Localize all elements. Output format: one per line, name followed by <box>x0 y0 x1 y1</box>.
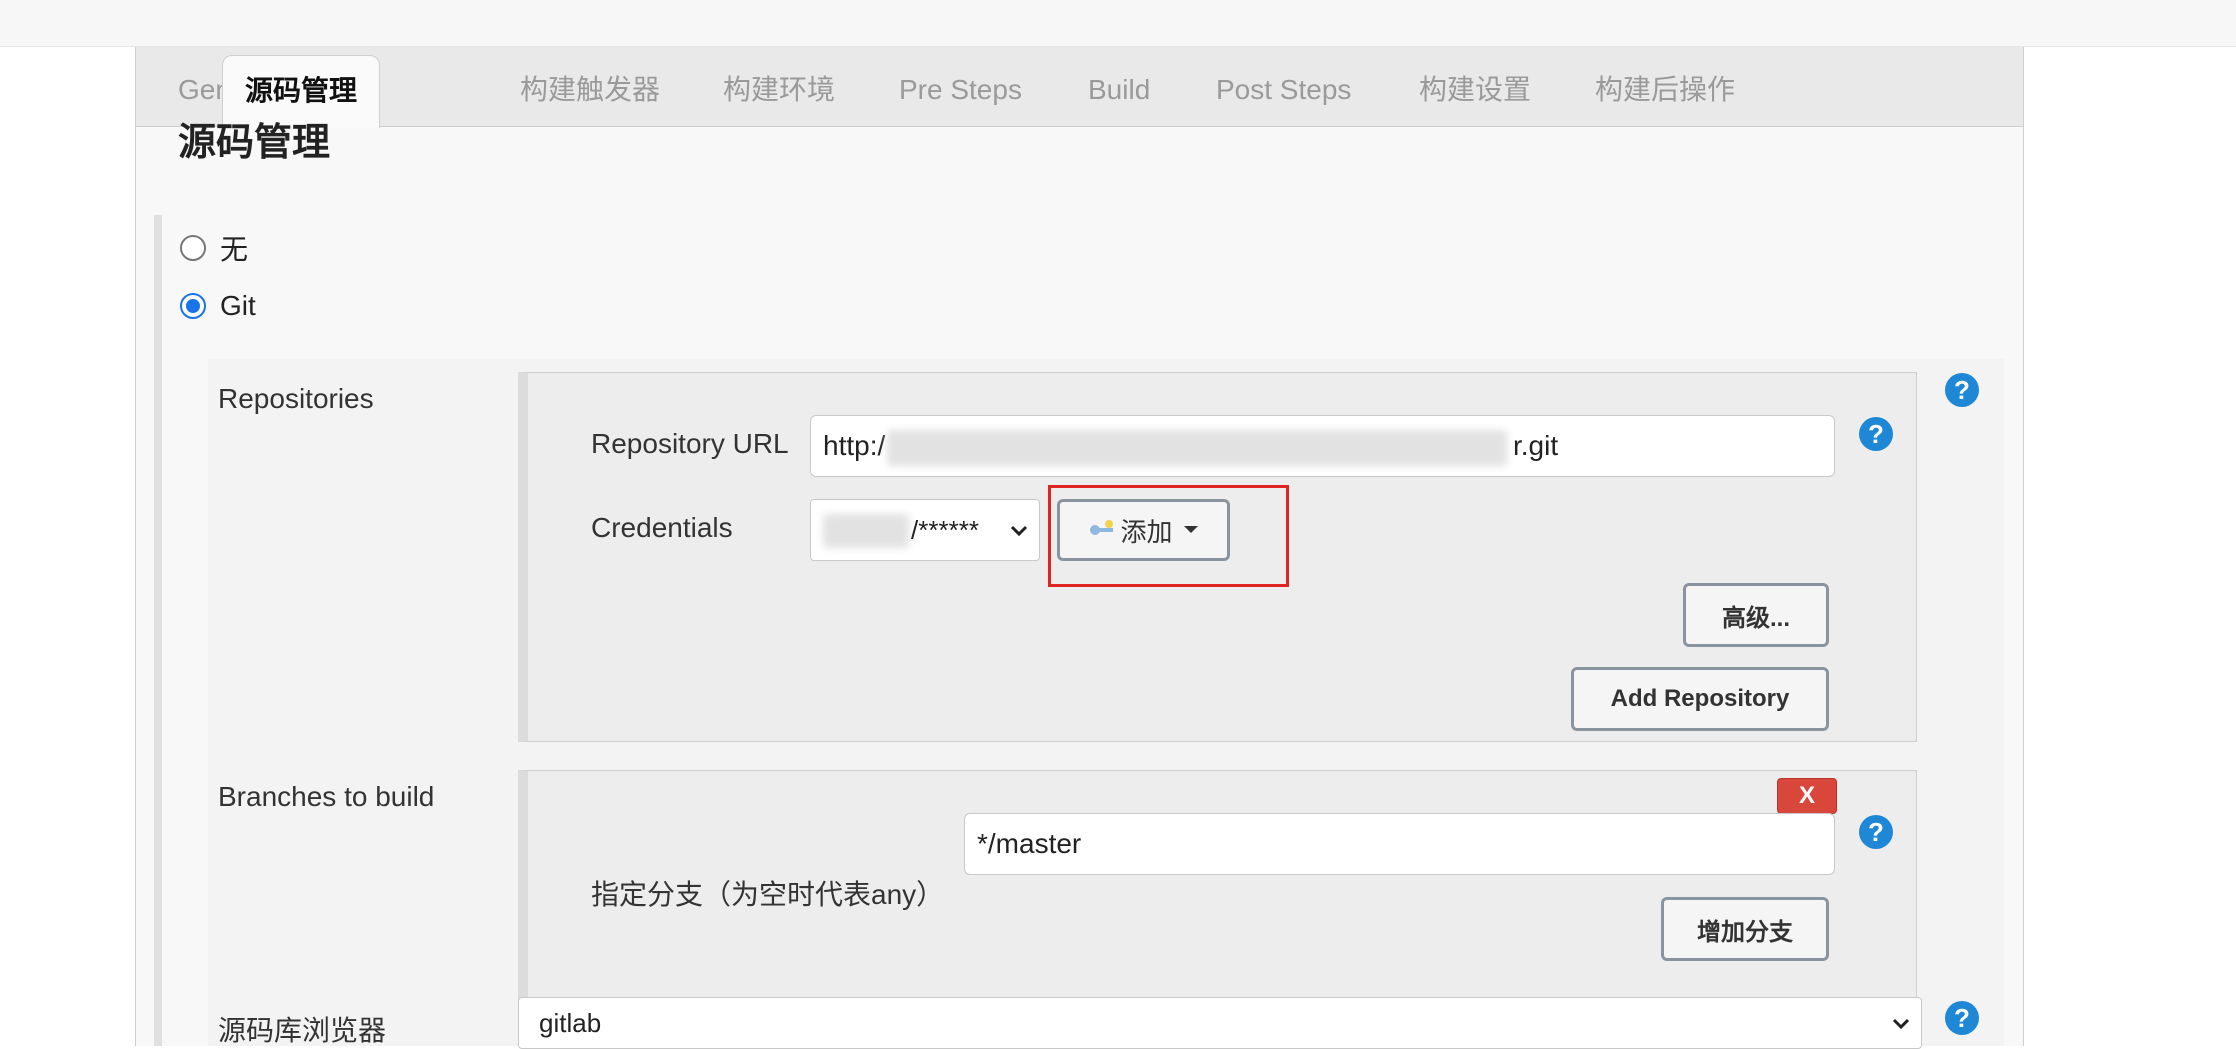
tab-build-settings[interactable]: 构建设置 <box>1419 73 1531 107</box>
repository-browser-label: 源码库浏览器 <box>218 1015 387 1046</box>
branches-label: Branches to build <box>218 781 435 812</box>
repository-browser-help-icon[interactable]: ? <box>1945 1001 1979 1035</box>
repository-url-label: Repository URL <box>591 428 789 459</box>
add-repository-button[interactable]: Add Repository <box>1571 667 1829 731</box>
repository-url-input[interactable]: http:/ r.git <box>810 415 1835 477</box>
key-icon <box>1090 520 1114 535</box>
tab-build[interactable]: Build <box>1088 73 1150 107</box>
advanced-button[interactable]: 高级... <box>1683 583 1829 647</box>
add-branch-button[interactable]: 增加分支 <box>1661 897 1829 961</box>
repositories-label: Repositories <box>218 383 374 414</box>
scm-none-label: 无 <box>220 234 249 265</box>
repositories-help-icon[interactable]: ? <box>1945 373 1979 407</box>
credentials-value: /****** <box>911 514 979 545</box>
page-title: 源码管理 <box>178 122 331 164</box>
redacted-url <box>887 430 1507 466</box>
repository-browser-select[interactable]: gitlab <box>518 997 1922 1049</box>
repository-url-prefix: http:/ <box>823 430 886 461</box>
tab-build-environment[interactable]: 构建环境 <box>723 73 835 107</box>
tab-bar: General 源码管理 构建触发器 构建环境 Pre Steps Build … <box>136 47 2023 128</box>
caret-down-icon <box>1183 526 1198 533</box>
repository-url-suffix: r.git <box>1513 430 1559 461</box>
scm-none-radio[interactable] <box>180 235 206 261</box>
branch-specifier-input[interactable]: */master <box>964 813 1835 875</box>
add-credentials-button[interactable]: 添加 <box>1057 499 1230 561</box>
repository-browser-value: gitlab <box>539 1007 602 1038</box>
config-panel: General 源码管理 构建触发器 构建环境 Pre Steps Build … <box>135 47 2024 1049</box>
tab-post-build-actions[interactable]: 构建后操作 <box>1595 73 1735 107</box>
tab-pre-steps[interactable]: Pre Steps <box>899 73 1022 107</box>
branch-specifier-value: */master <box>977 828 1082 859</box>
scm-option-none[interactable]: 无 <box>180 228 248 268</box>
tab-build-triggers[interactable]: 构建触发器 <box>520 73 660 107</box>
tab-post-steps[interactable]: Post Steps <box>1216 73 1351 107</box>
scm-option-git[interactable]: Git <box>180 290 256 322</box>
repository-url-help-icon[interactable]: ? <box>1859 417 1893 451</box>
top-bar <box>0 0 2236 47</box>
chevron-down-icon <box>1892 1018 1910 1030</box>
add-credentials-label: 添加 <box>1120 516 1173 547</box>
redacted-credential <box>823 514 909 548</box>
credentials-select[interactable]: /****** <box>810 499 1040 561</box>
delete-branch-button[interactable]: X <box>1777 778 1837 814</box>
section-indent-bar <box>154 215 162 1046</box>
scm-git-label: Git <box>220 290 256 321</box>
branch-specifier-help-icon[interactable]: ? <box>1859 815 1893 849</box>
tab-scm[interactable]: 源码管理 <box>222 55 381 128</box>
branch-specifier-label: 指定分支（为空时代表any） <box>591 879 945 910</box>
scm-git-radio[interactable] <box>180 293 206 319</box>
chevron-down-icon <box>1010 525 1028 537</box>
credentials-label: Credentials <box>591 512 733 543</box>
